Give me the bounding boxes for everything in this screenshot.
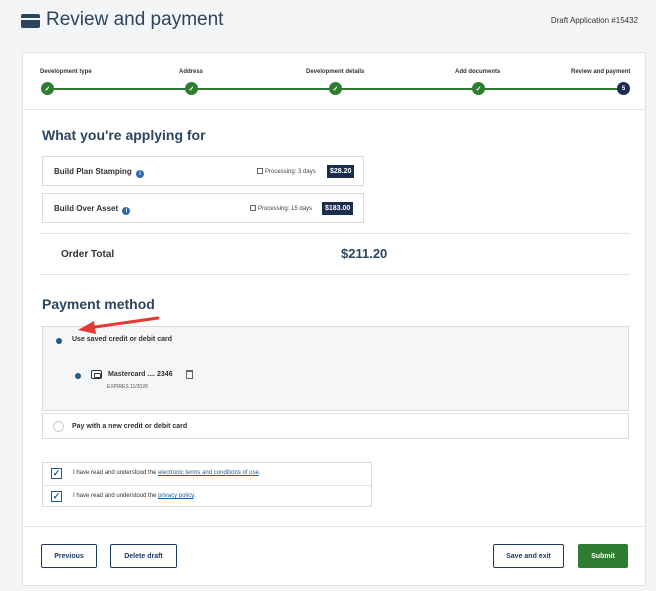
payment-card-icon bbox=[21, 14, 40, 28]
privacy-row: ✓ I have read and understood the privacy… bbox=[43, 485, 371, 507]
item-price: $183.00 bbox=[322, 202, 354, 215]
order-total-label: Order Total bbox=[61, 249, 115, 260]
step-label-review-and-payment: Review and payment bbox=[571, 69, 631, 75]
previous-button[interactable]: Previous bbox=[41, 544, 97, 568]
item-name: Build Over Asset bbox=[54, 204, 119, 213]
divider bbox=[23, 109, 645, 110]
new-card-radio[interactable] bbox=[53, 421, 64, 432]
terms-period: . bbox=[258, 470, 261, 476]
terms-checkbox[interactable]: ✓ bbox=[51, 468, 62, 479]
card-expiry: EXPIRES 11/2028 bbox=[107, 384, 148, 390]
payment-section-title: Payment method bbox=[42, 296, 155, 312]
calendar-icon bbox=[250, 205, 256, 211]
calendar-icon bbox=[257, 168, 263, 174]
step-5-current: 5 bbox=[617, 82, 630, 95]
credit-card-icon bbox=[91, 370, 102, 379]
processing-time: Processing: 15 days bbox=[258, 206, 313, 212]
saved-card-radio[interactable] bbox=[56, 338, 62, 344]
delete-draft-button[interactable]: Delete draft bbox=[110, 544, 177, 568]
item-price: $28.20 bbox=[327, 165, 355, 178]
step-label-development-type: Development type bbox=[40, 69, 92, 75]
privacy-policy-link[interactable]: privacy policy bbox=[158, 493, 194, 499]
privacy-checkbox[interactable]: ✓ bbox=[51, 491, 62, 502]
privacy-text: I have read and understood the bbox=[73, 493, 159, 499]
step-label-address: Address bbox=[179, 69, 204, 75]
processing-time: Processing: 3 days bbox=[265, 169, 316, 175]
page-title: Review and payment bbox=[46, 9, 224, 30]
saved-card-name: Mastercard .... 2346 bbox=[108, 371, 173, 378]
step-label-add-documents: Add documents bbox=[455, 69, 501, 75]
divider bbox=[23, 526, 645, 527]
step-1-check-icon[interactable]: ✓ bbox=[41, 82, 54, 95]
trash-icon[interactable] bbox=[186, 370, 193, 379]
application-item: Build Plan Stamping i Processing: 3 days… bbox=[42, 156, 364, 186]
order-total-value: $211.20 bbox=[341, 246, 388, 261]
step-3-check-icon[interactable]: ✓ bbox=[329, 82, 342, 95]
draft-application-id: Draft Application #15432 bbox=[550, 16, 638, 25]
terms-agreement: ✓ I have read and understood the electro… bbox=[42, 462, 372, 507]
info-icon[interactable]: i bbox=[136, 170, 145, 178]
annotation-arrow-icon bbox=[78, 316, 160, 334]
terms-text: I have read and understood the bbox=[73, 470, 159, 476]
terms-conditions-link[interactable]: electronic terms and conditions of use bbox=[158, 470, 259, 476]
new-card-option[interactable]: Pay with a new credit or debit card bbox=[42, 413, 629, 439]
mastercard-radio[interactable] bbox=[75, 373, 81, 379]
applying-section-title: What you're applying for bbox=[42, 127, 206, 143]
saved-card-option[interactable]: Use saved credit or debit card Mastercar… bbox=[42, 326, 629, 411]
submit-button[interactable]: Submit bbox=[578, 544, 628, 568]
privacy-period: . bbox=[193, 493, 196, 499]
step-4-check-icon[interactable]: ✓ bbox=[472, 82, 485, 95]
application-item: Build Over Asset i Processing: 15 days $… bbox=[42, 193, 364, 223]
new-card-label: Pay with a new credit or debit card bbox=[72, 423, 188, 430]
saved-card-label: Use saved credit or debit card bbox=[72, 336, 172, 343]
order-total-row: Order Total $211.20 bbox=[40, 233, 630, 275]
item-name: Build Plan Stamping bbox=[54, 167, 132, 176]
step-label-development-details: Development details bbox=[306, 69, 365, 75]
terms-row: ✓ I have read and understood the electro… bbox=[43, 463, 371, 485]
save-and-exit-button[interactable]: Save and exit bbox=[493, 544, 564, 568]
step-2-check-icon[interactable]: ✓ bbox=[185, 82, 198, 95]
info-icon[interactable]: i bbox=[122, 207, 131, 215]
